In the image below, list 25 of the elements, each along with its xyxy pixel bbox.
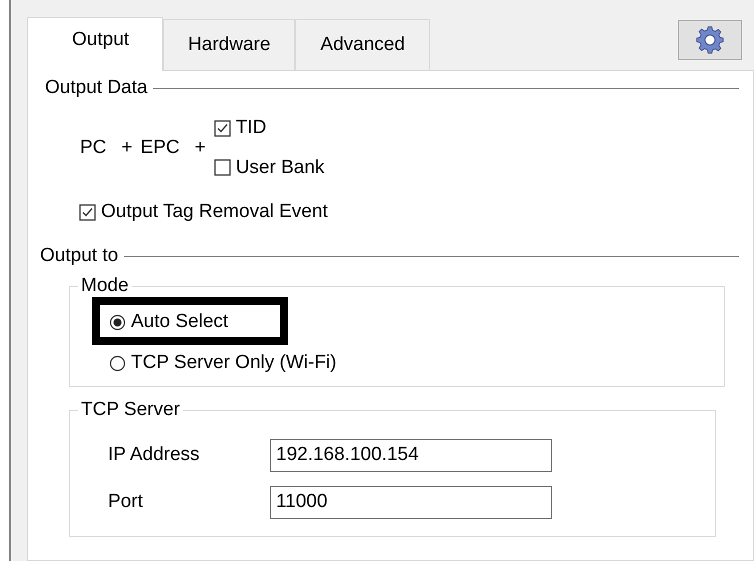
radio-label: Auto Select xyxy=(131,310,228,334)
checked-checkbox[interactable] xyxy=(214,120,231,137)
settings-button[interactable] xyxy=(678,20,742,60)
formula-term: EPC xyxy=(140,136,180,160)
input-field[interactable]: 192.168.100.154 xyxy=(270,438,552,472)
field-label: IP Address xyxy=(108,444,201,467)
section-title: Output Data xyxy=(45,77,148,100)
formula-term: + xyxy=(121,136,133,160)
input-field[interactable]: 11000 xyxy=(270,486,552,519)
formula-term: PC xyxy=(80,136,106,160)
tab[interactable]: Hardware xyxy=(163,19,296,70)
radio-button[interactable] xyxy=(109,314,126,331)
radio-label: TCP Server Only (Wi-Fi) xyxy=(131,352,336,375)
checkbox-label: Output Tag Removal Event xyxy=(101,201,328,224)
formula-term: + xyxy=(194,136,206,160)
checkbox-label: User Bank xyxy=(236,156,324,180)
section-title: Output to xyxy=(40,245,118,268)
radio-button[interactable] xyxy=(109,354,126,372)
settings-icon xyxy=(695,25,725,55)
checkbox[interactable] xyxy=(214,159,231,176)
checked-checkbox[interactable] xyxy=(79,204,96,222)
tab[interactable]: Output xyxy=(27,17,164,71)
checkbox-label: TID xyxy=(236,116,266,140)
field-label: Port xyxy=(108,491,144,514)
tab[interactable]: Advanced xyxy=(295,19,430,70)
